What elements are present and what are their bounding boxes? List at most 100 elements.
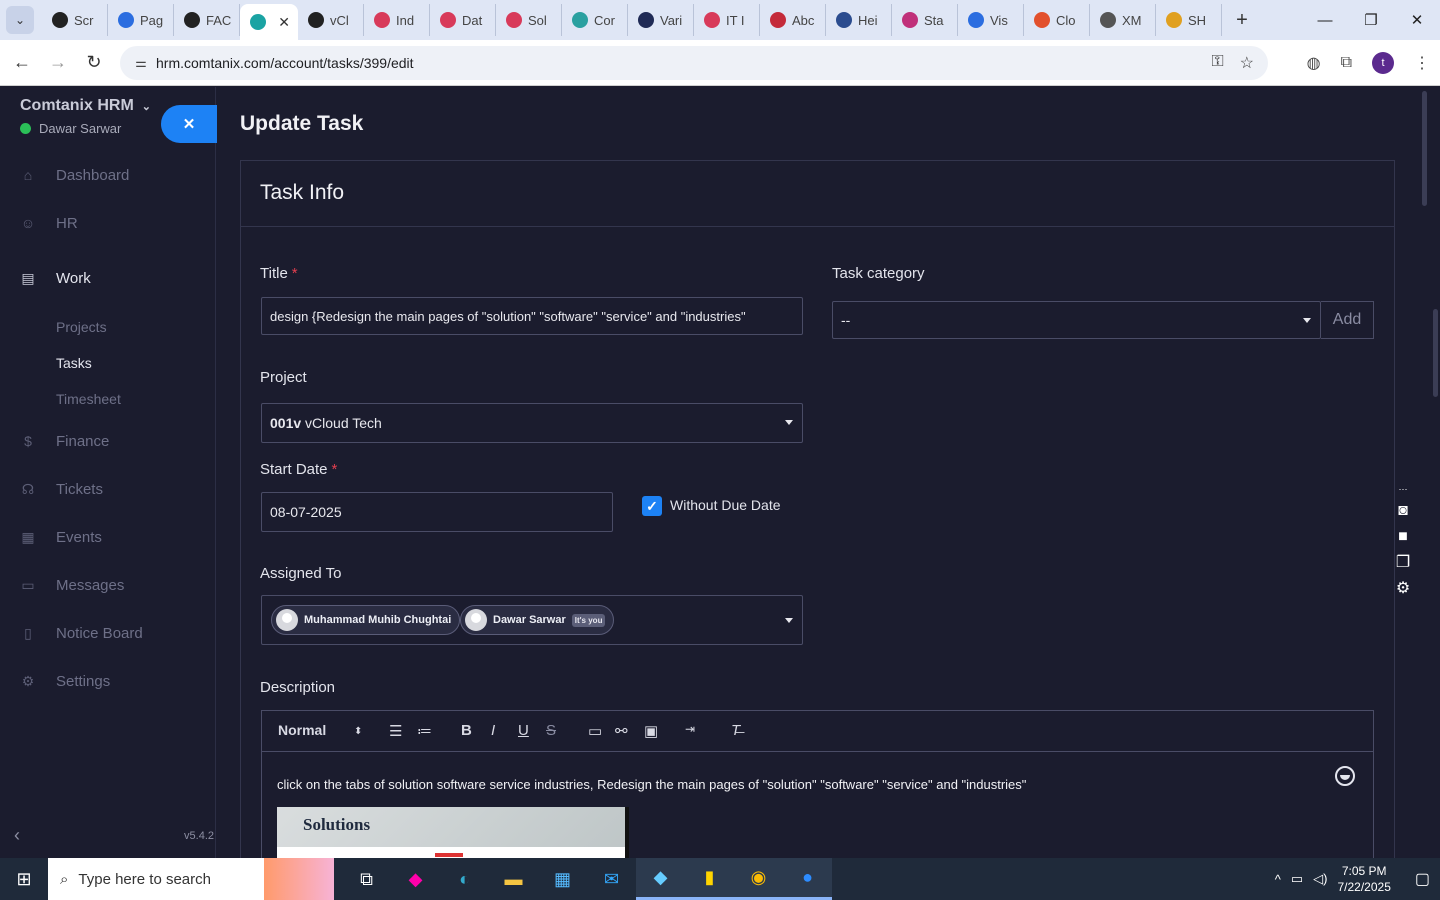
start-date-input[interactable]: 08-07-2025 — [261, 492, 613, 532]
more-dots-icon[interactable]: ⋯ — [1393, 484, 1413, 494]
edge-icon[interactable]: ◐ — [440, 858, 489, 900]
sticky-notes-icon[interactable]: ▮ — [685, 858, 734, 900]
project-select[interactable]: 001v vCloud Tech — [261, 403, 803, 443]
sidebar-item-dashboard[interactable]: ⌂ Dashboard — [0, 151, 216, 199]
menu-dots-icon[interactable]: ⋮ — [1414, 53, 1430, 73]
browser-tab[interactable]: Abc — [760, 4, 826, 36]
ordered-list-icon[interactable]: ☰ — [389, 722, 402, 740]
browser-tab[interactable]: Scr — [42, 4, 108, 36]
app-diamond-icon[interactable]: ◆ — [636, 858, 685, 900]
page-scrollbar[interactable] — [1422, 87, 1440, 858]
clear-format-icon[interactable]: T̶ — [731, 722, 740, 739]
gear-icon[interactable]: ⚙ — [1393, 580, 1413, 598]
maximize-button[interactable]: ❐ — [1348, 0, 1394, 40]
url-text[interactable]: hrm.comtanix.com/account/tasks/399/edit — [156, 55, 414, 71]
sidebar-item-notice-board[interactable]: ▯ Notice Board — [0, 609, 216, 657]
browser-tab[interactable]: Vari — [628, 4, 694, 36]
browser-tab[interactable]: IT I — [694, 4, 760, 36]
close-window-button[interactable]: ✕ — [1394, 0, 1440, 40]
embedded-image[interactable]: Solutions — [277, 807, 629, 858]
emoji-icon[interactable] — [1335, 766, 1355, 786]
notifications-icon[interactable]: ▢ — [1415, 869, 1430, 889]
sidebar-subitem-tasks[interactable]: Tasks — [0, 345, 216, 381]
browser-tab[interactable]: Pag — [108, 4, 174, 36]
browser-tab[interactable]: ✕ — [240, 4, 298, 40]
browser-tab[interactable]: Hei — [826, 4, 892, 36]
chrome-icon[interactable]: ◉ — [734, 858, 783, 900]
bullet-list-icon[interactable]: ≔ — [417, 722, 432, 740]
password-key-icon[interactable]: ⚿ — [1211, 53, 1223, 73]
browser-tab[interactable]: XM — [1090, 4, 1156, 36]
close-tab-icon[interactable]: ✕ — [278, 14, 290, 31]
add-category-button[interactable]: Add — [1321, 301, 1374, 339]
site-info-icon[interactable]: ⚌ — [126, 55, 156, 71]
sidebar-subitem-projects[interactable]: Projects — [0, 309, 216, 345]
browser-tab[interactable]: Ind — [364, 4, 430, 36]
translate-icon[interactable]: ◍ — [1307, 53, 1321, 73]
video-camera-icon[interactable]: ■ — [1393, 528, 1413, 546]
format-select[interactable]: Normal — [278, 722, 326, 738]
profile-avatar[interactable]: t — [1372, 51, 1394, 74]
assignee-chip[interactable]: Muhammad Muhib Chughtai — [271, 605, 461, 635]
sidebar-item-hr[interactable]: ☺ HR — [0, 199, 216, 247]
collapse-sidebar-icon[interactable]: ‹ — [14, 825, 20, 846]
copilot-icon[interactable]: ◆ — [391, 858, 440, 900]
task-category-select[interactable]: -- — [832, 301, 1321, 339]
reload-button[interactable]: ↻ — [76, 52, 112, 73]
indent-icon[interactable]: ⇥ — [685, 722, 695, 736]
browser-tab[interactable]: FAC — [174, 4, 240, 36]
without-due-date-checkbox[interactable]: ✓ — [642, 496, 662, 516]
close-sidebar-button[interactable]: ✕ — [161, 105, 217, 143]
bookmark-star-icon[interactable]: ☆ — [1240, 53, 1254, 73]
windows-start-icon[interactable]: ⊞ — [0, 858, 48, 900]
without-due-date-label[interactable]: Without Due Date — [670, 497, 781, 513]
browser-tab[interactable]: Sta — [892, 4, 958, 36]
extensions-icon[interactable]: ⧉ — [1341, 54, 1352, 72]
task-view-icon[interactable]: ⧉ — [342, 858, 391, 900]
taskbar-search[interactable]: ⌕ Type here to search — [48, 858, 334, 900]
zoom-icon[interactable]: ● — [783, 858, 832, 900]
new-tab-button[interactable]: + — [1228, 9, 1256, 32]
sidebar-item-work[interactable]: ▤ Work — [0, 247, 216, 309]
store-icon[interactable]: ▦ — [538, 858, 587, 900]
file-explorer-icon[interactable]: ▬ — [489, 858, 538, 900]
assignee-chip[interactable]: Dawar Sarwar It's you — [460, 605, 615, 635]
sidebar-item-events[interactable]: ▦ Events — [0, 513, 216, 561]
browser-tab[interactable]: Clo — [1024, 4, 1090, 36]
brand[interactable]: Comtanix HRM ⌄ Dawar Sarwar — [20, 97, 151, 136]
chevron-down-icon[interactable]: ⌄ — [142, 100, 151, 113]
tab-search-button[interactable]: ⌄ — [6, 6, 34, 34]
description-text[interactable]: click on the tabs of solution software s… — [277, 777, 1026, 792]
browser-tab[interactable]: Sol — [496, 4, 562, 36]
video-icon[interactable]: ▣ — [644, 722, 658, 740]
windows-icon[interactable]: ❐ — [1393, 554, 1413, 572]
minimize-button[interactable]: — — [1302, 0, 1348, 40]
network-icon[interactable]: ▭ — [1291, 871, 1303, 887]
back-button[interactable]: ← — [4, 52, 40, 73]
volume-icon[interactable]: ◁) — [1313, 871, 1327, 887]
underline-icon[interactable]: U — [518, 722, 529, 739]
camera-icon[interactable]: ◙ — [1393, 502, 1413, 520]
sidebar-item-tickets[interactable]: ☊ Tickets — [0, 465, 216, 513]
sidebar-item-finance[interactable]: $ Finance — [0, 417, 216, 465]
format-select-arrow-icon[interactable]: ⬍ — [354, 726, 362, 737]
forward-button[interactable]: → — [40, 52, 76, 73]
clock[interactable]: 7:05 PM 7/22/2025 — [1337, 863, 1390, 895]
bold-icon[interactable]: B — [461, 722, 472, 739]
italic-icon[interactable]: I — [491, 722, 495, 739]
browser-tab[interactable]: Dat — [430, 4, 496, 36]
sidebar-subitem-timesheet[interactable]: Timesheet — [0, 381, 216, 417]
browser-tab[interactable]: Cor — [562, 4, 628, 36]
tray-chevron-up-icon[interactable]: ^ — [1275, 872, 1281, 887]
sidebar-item-messages[interactable]: ▭ Messages — [0, 561, 216, 609]
omnibox[interactable]: ⚌ hrm.comtanix.com/account/tasks/399/edi… — [120, 45, 1268, 80]
strikethrough-icon[interactable]: S — [546, 722, 556, 739]
browser-tab[interactable]: Vis — [958, 4, 1024, 36]
browser-tab[interactable]: vCl — [298, 4, 364, 36]
title-input[interactable]: design {Redesign the main pages of "solu… — [261, 297, 803, 335]
browser-tab[interactable]: SH — [1156, 4, 1222, 36]
sidebar-item-settings[interactable]: ⚙ Settings — [0, 657, 216, 705]
image-icon[interactable]: ▭ — [588, 722, 602, 740]
mail-icon[interactable]: ✉ — [587, 858, 636, 900]
link-icon[interactable]: ⚯ — [615, 722, 628, 740]
